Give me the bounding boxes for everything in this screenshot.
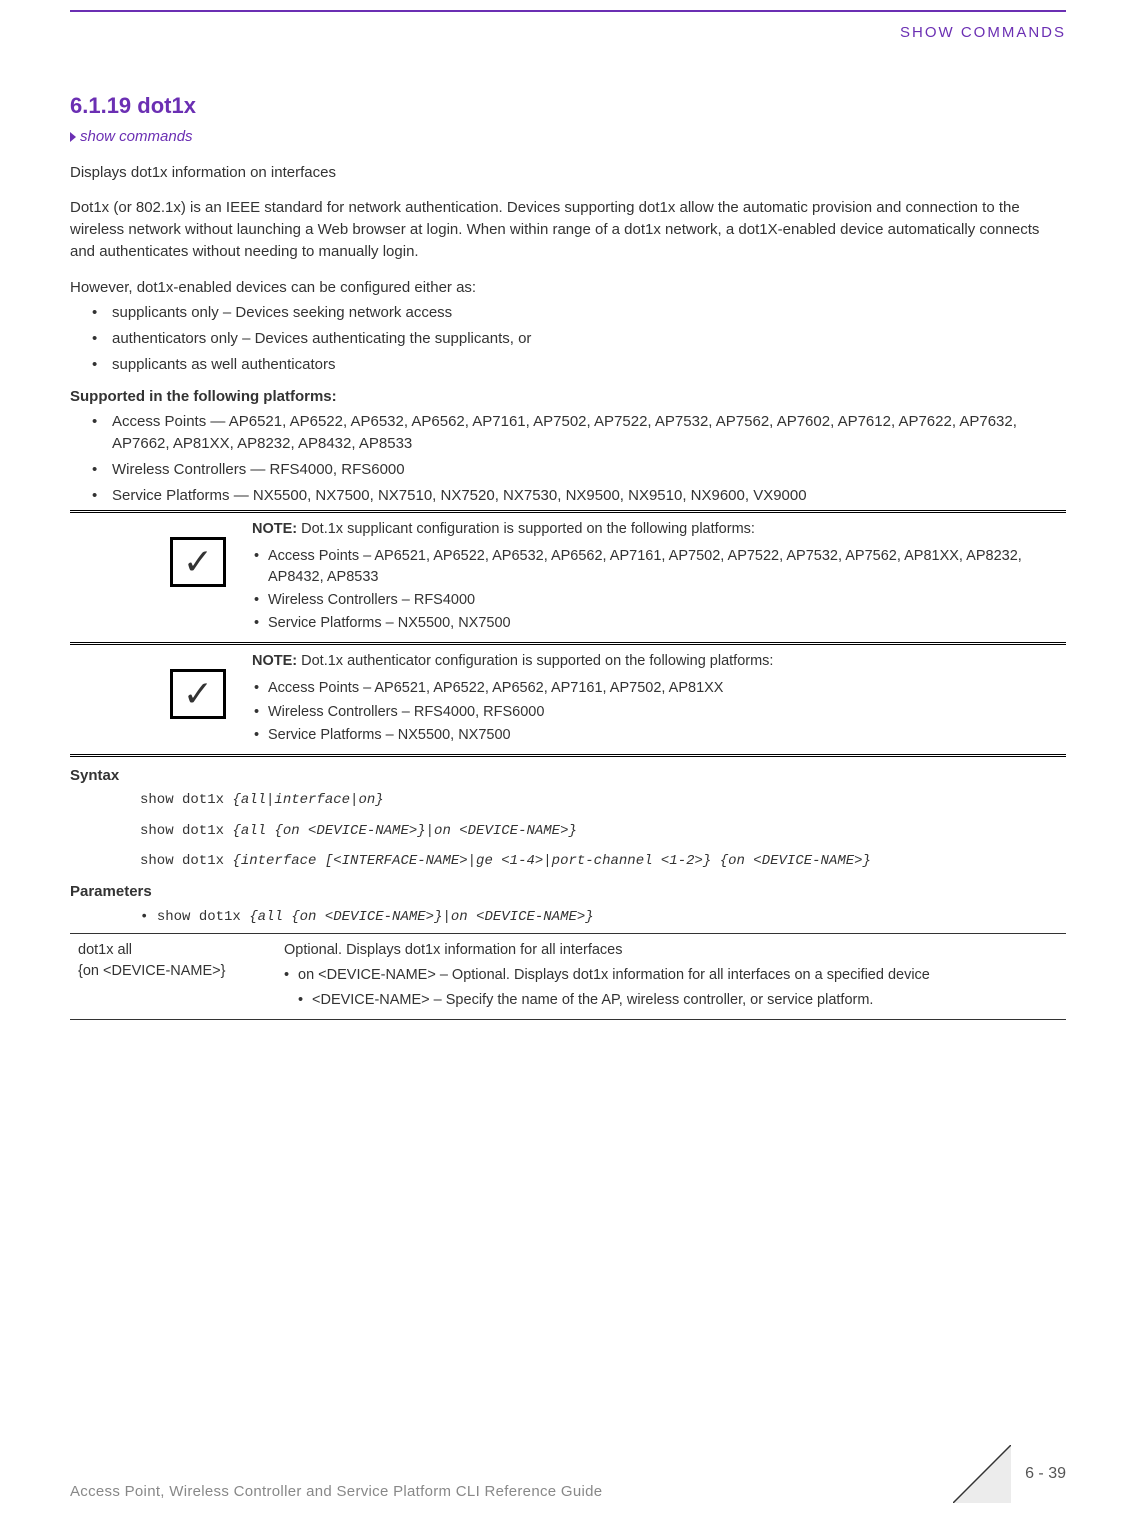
- supported-platforms-list: Access Points — AP6521, AP6522, AP6532, …: [70, 411, 1066, 506]
- list-item: on <DEVICE-NAME> – Optional. Displays do…: [284, 965, 1058, 1011]
- syntax-line: show dot1x {all|interface|on}: [140, 790, 1066, 810]
- note-lead: Dot.1x supplicant configuration is suppo…: [297, 521, 755, 537]
- param-desc-list: on <DEVICE-NAME> – Optional. Displays do…: [284, 965, 1058, 1011]
- note-text: NOTE: Dot.1x supplicant configuration is…: [252, 519, 1066, 636]
- syntax-line: show dot1x {all {on <DEVICE-NAME>}|on <D…: [140, 821, 1066, 841]
- syntax-heading: Syntax: [70, 765, 1066, 787]
- syntax-cmd: show dot1x: [140, 853, 232, 869]
- page-content: 6.1.19 dot1x show commands Displays dot1…: [70, 12, 1066, 1020]
- syntax-cmd: show dot1x: [140, 792, 232, 808]
- parameter-syntax-line: show dot1x {all {on <DEVICE-NAME>}|on <D…: [140, 907, 1066, 927]
- page-footer: Access Point, Wireless Controller and Se…: [0, 1481, 1126, 1503]
- note-list: Access Points – AP6521, AP6522, AP6532, …: [252, 546, 1066, 634]
- param-desc-cell: Optional. Displays dot1x information for…: [276, 934, 1066, 1020]
- list-item: Service Platforms — NX5500, NX7500, NX75…: [70, 485, 1066, 507]
- list-item: <DEVICE-NAME> – Specify the name of the …: [298, 990, 1058, 1011]
- note-label: NOTE:: [252, 521, 297, 537]
- list-item: supplicants as well authenticators: [70, 354, 1066, 376]
- list-item: Wireless Controllers — RFS4000, RFS6000: [70, 459, 1066, 481]
- note-lead: Dot.1x authenticator configuration is su…: [297, 653, 773, 669]
- header-section-title: SHOW COMMANDS: [900, 22, 1066, 44]
- param-name-1: dot1x all: [78, 942, 132, 958]
- syntax-line: show dot1x {interface [<INTERFACE-NAME>|…: [140, 851, 1066, 871]
- page-corner-icon: [953, 1445, 1011, 1503]
- syntax-args: {all {on <DEVICE-NAME>}|on <DEVICE-NAME>…: [232, 823, 576, 839]
- checkmark-icon: ✓: [170, 537, 224, 587]
- param-sub-desc: on <DEVICE-NAME> – Optional. Displays do…: [298, 967, 930, 983]
- list-item: Access Points — AP6521, AP6522, AP6532, …: [70, 411, 1066, 455]
- page-number: 6 - 39: [1025, 1462, 1066, 1485]
- syntax-cmd: show dot1x: [140, 823, 232, 839]
- list-item: supplicants only – Devices seeking netwo…: [70, 302, 1066, 324]
- note-box-supplicant: ✓ NOTE: Dot.1x supplicant configuration …: [70, 510, 1066, 645]
- list-item: Service Platforms – NX5500, NX7500: [252, 725, 1066, 746]
- param-desc-top: Optional. Displays dot1x information for…: [284, 942, 623, 958]
- param-name-2: {on <DEVICE-NAME>}: [78, 963, 226, 979]
- note-list: Access Points – AP6521, AP6522, AP6562, …: [252, 678, 1066, 745]
- breadcrumb: show commands: [70, 126, 1066, 148]
- param-args: {all {on <DEVICE-NAME>}|on <DEVICE-NAME>…: [249, 909, 593, 925]
- supported-platforms-heading: Supported in the following platforms:: [70, 386, 1066, 408]
- syntax-args: {all|interface|on}: [232, 792, 383, 808]
- intro-paragraph-2: Dot1x (or 802.1x) is an IEEE standard fo…: [70, 197, 1066, 262]
- param-sub-list: <DEVICE-NAME> – Specify the name of the …: [298, 990, 1058, 1011]
- list-item: Access Points – AP6521, AP6522, AP6562, …: [252, 678, 1066, 699]
- parameters-table: dot1x all {on <DEVICE-NAME>} Optional. D…: [70, 933, 1066, 1020]
- config-mode-list: supplicants only – Devices seeking netwo…: [70, 302, 1066, 375]
- param-cmd: show dot1x: [157, 909, 249, 925]
- intro-paragraph-1: Displays dot1x information on interfaces: [70, 162, 1066, 184]
- list-item: Wireless Controllers – RFS4000: [252, 590, 1066, 611]
- param-name-cell: dot1x all {on <DEVICE-NAME>}: [70, 934, 276, 1020]
- section-heading: 6.1.19 dot1x: [70, 90, 1066, 122]
- note-text: NOTE: Dot.1x authenticator configuration…: [252, 651, 1066, 747]
- footer-guide-title: Access Point, Wireless Controller and Se…: [70, 1483, 602, 1500]
- note-label: NOTE:: [252, 653, 297, 669]
- arrow-right-icon: [70, 132, 76, 142]
- table-row: dot1x all {on <DEVICE-NAME>} Optional. D…: [70, 934, 1066, 1020]
- list-item: Access Points – AP6521, AP6522, AP6532, …: [252, 546, 1066, 588]
- note-box-authenticator: ✓ NOTE: Dot.1x authenticator configurati…: [70, 645, 1066, 756]
- footer-right: 6 - 39: [953, 1445, 1066, 1503]
- list-item: Wireless Controllers – RFS4000, RFS6000: [252, 702, 1066, 723]
- breadcrumb-text: show commands: [80, 128, 193, 145]
- list-item: authenticators only – Devices authentica…: [70, 328, 1066, 350]
- intro-paragraph-3: However, dot1x-enabled devices can be co…: [70, 277, 1066, 299]
- checkmark-icon: ✓: [170, 669, 224, 719]
- list-item: Service Platforms – NX5500, NX7500: [252, 613, 1066, 634]
- syntax-args: {interface [<INTERFACE-NAME>|ge <1-4>|po…: [232, 853, 871, 869]
- parameters-heading: Parameters: [70, 881, 1066, 903]
- document-page: SHOW COMMANDS 6.1.19 dot1x show commands…: [0, 10, 1126, 1525]
